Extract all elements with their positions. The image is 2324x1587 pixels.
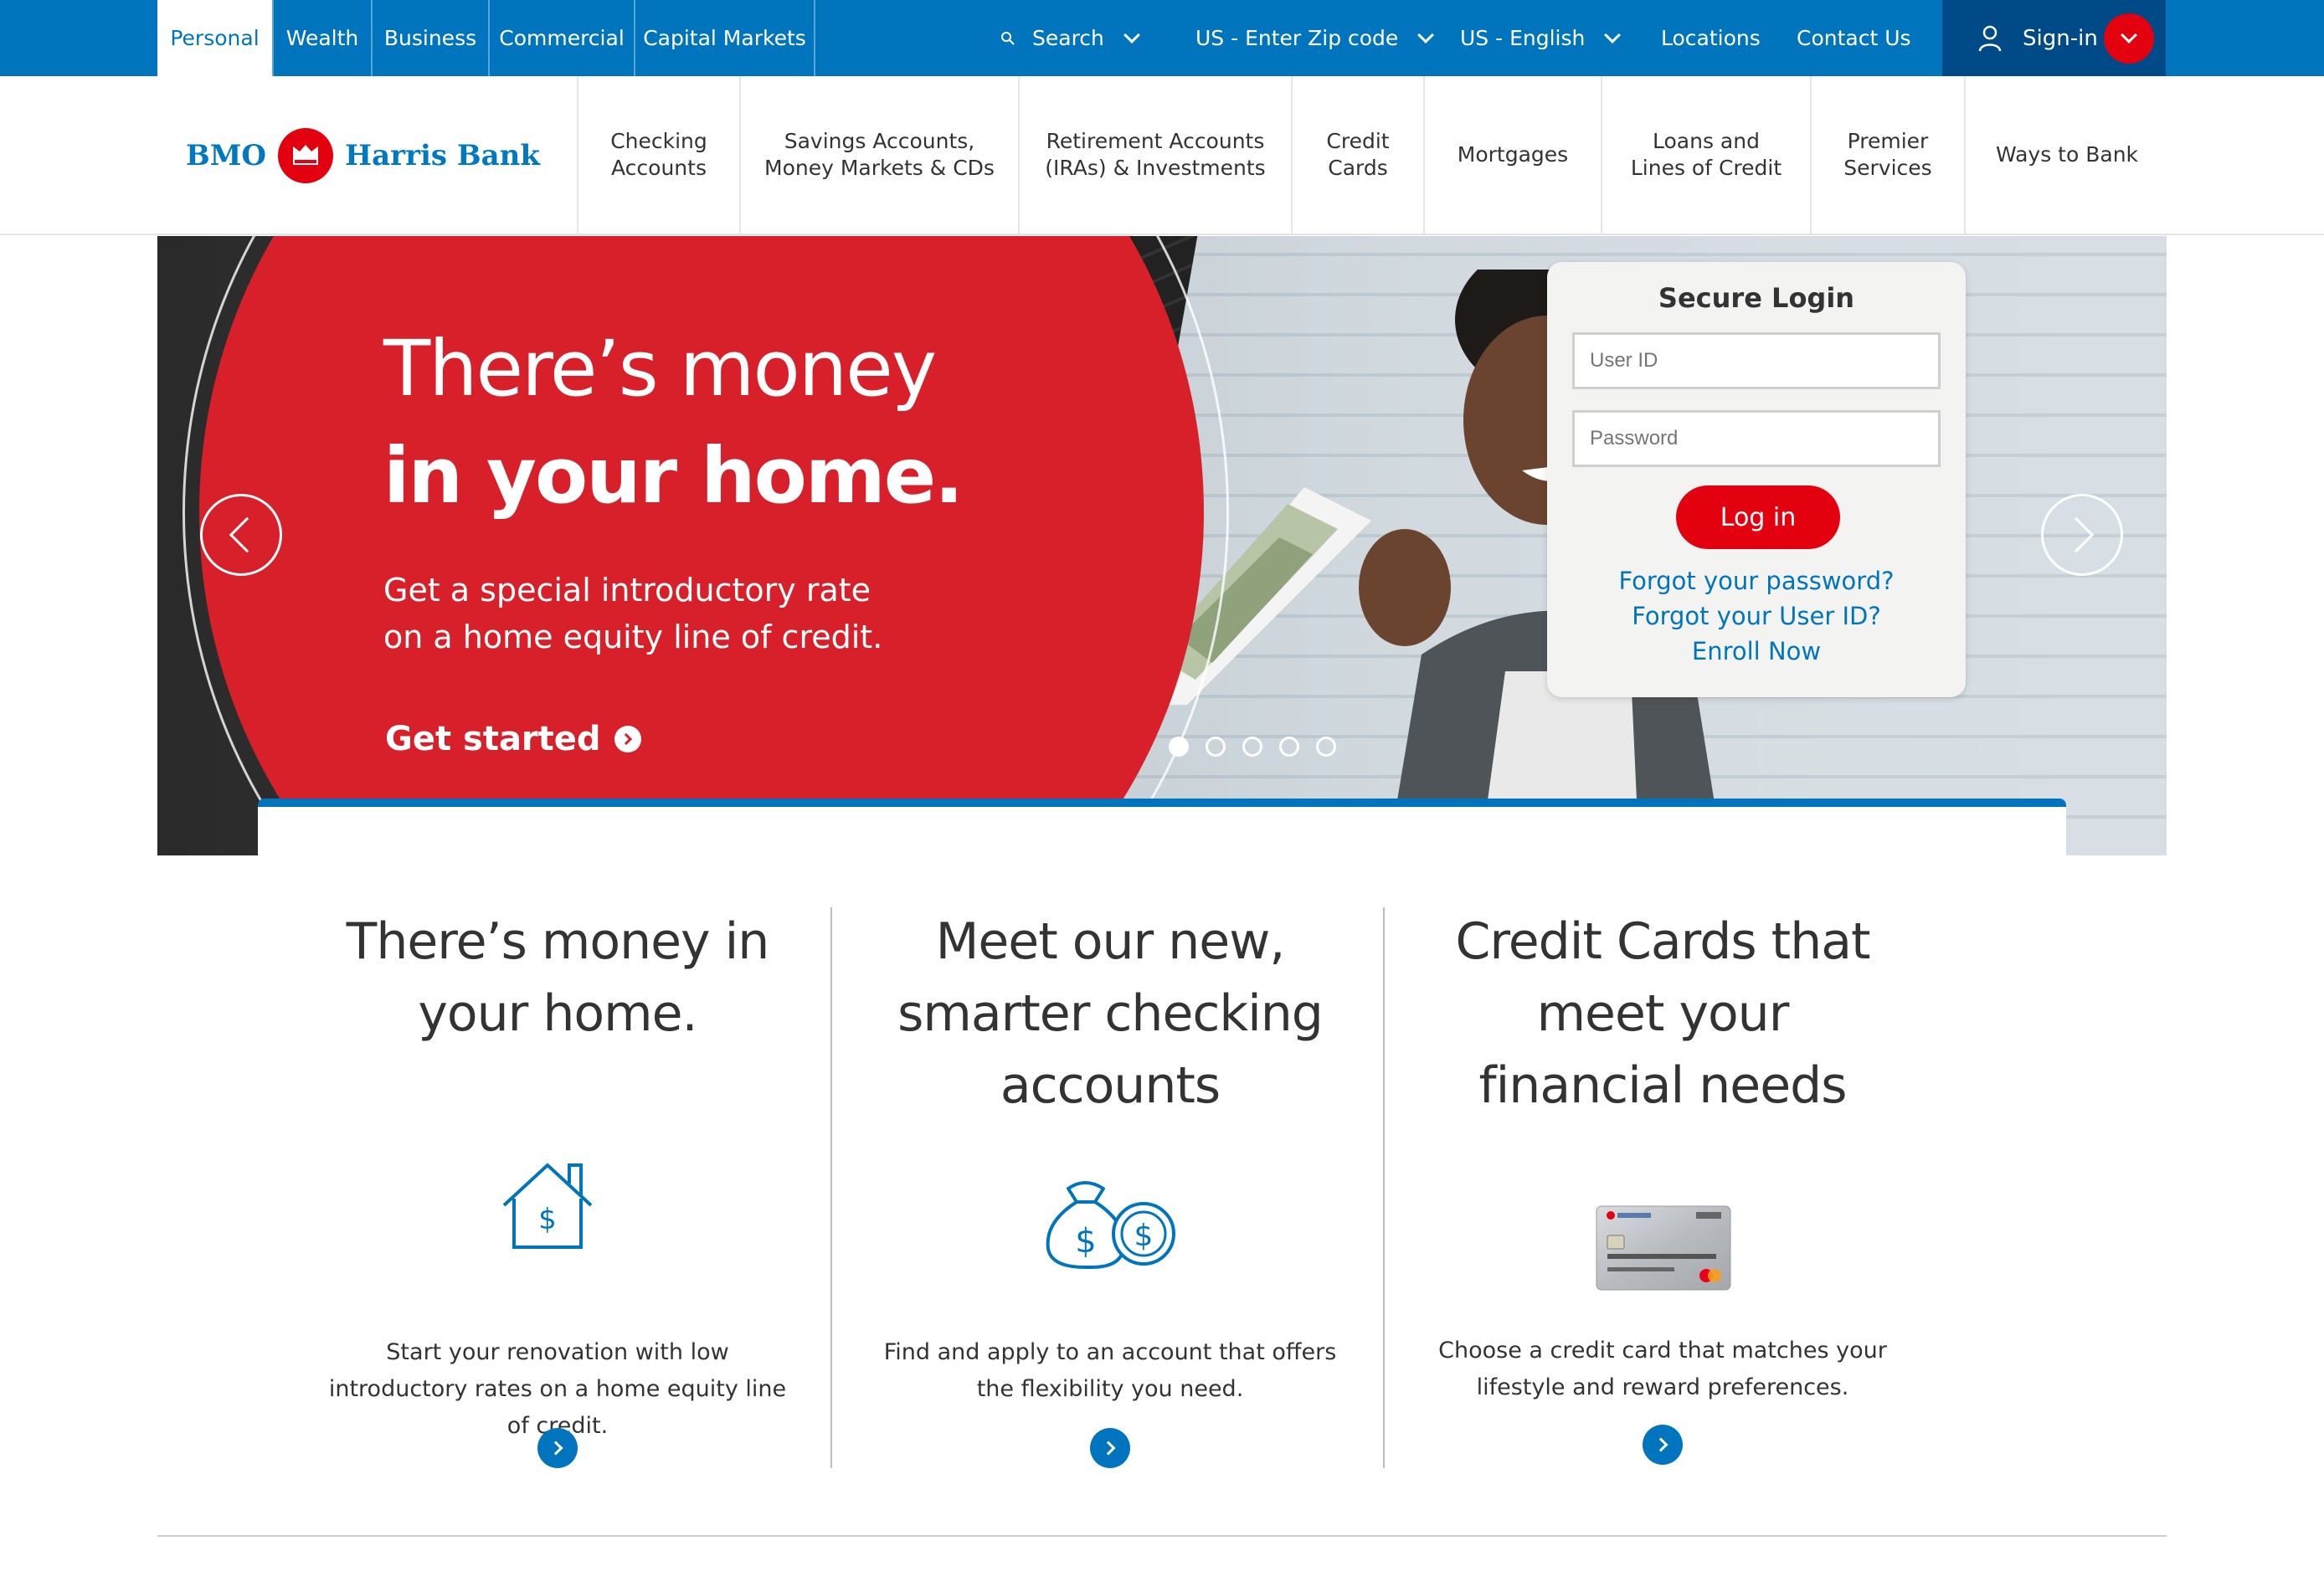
svg-text:$: $ <box>1075 1222 1096 1261</box>
segment-tab-commercial[interactable]: Commercial <box>490 0 635 76</box>
segment-label: Wealth <box>285 26 359 50</box>
nav-credit-cards[interactable]: Credit Cards <box>1291 76 1423 234</box>
sign-in-button[interactable]: Sign-in <box>1942 0 2166 76</box>
zip-code-selector[interactable]: US - Enter Zip code <box>1195 0 1435 76</box>
nav-mortgages[interactable]: Mortgages <box>1423 76 1601 234</box>
chevron-right-icon <box>1653 1437 1668 1452</box>
hero-headline-line2: in your home. <box>383 431 964 521</box>
logo-text-harris-bank: Harris Bank <box>345 139 540 172</box>
carousel-dot-1[interactable] <box>1169 737 1189 757</box>
nav-retirement-accounts[interactable]: Retirement Accounts (IRAs) & Investments <box>1018 76 1291 234</box>
hero-subtext: Get a special introductory rate on a hom… <box>383 572 883 655</box>
bmo-harris-logo[interactable]: BMO Harris Bank <box>186 126 540 185</box>
nav-premier-services[interactable]: Premier Services <box>1810 76 1964 234</box>
promo-card-credit-cards: Credit Cards that meet your financial ne… <box>1386 906 1939 1466</box>
get-started-link[interactable]: Get started <box>385 720 641 758</box>
carousel-dot-3[interactable] <box>1242 737 1262 757</box>
carousel-dot-4[interactable] <box>1279 737 1299 757</box>
promo-card-home-equity: There’s money in your home. $ Start your… <box>281 906 834 1468</box>
logo-text-bmo: BMO <box>186 139 266 172</box>
chevron-left-icon <box>229 516 265 553</box>
nav-savings-accounts[interactable]: Savings Accounts, Money Markets & CDs <box>739 76 1018 234</box>
language-label: US - English <box>1460 26 1586 50</box>
contact-us-label: Contact Us <box>1797 26 1911 50</box>
sign-in-label: Sign-in <box>2023 25 2098 51</box>
segment-tab-wealth[interactable]: Wealth <box>272 0 373 76</box>
card-divider <box>830 907 832 1468</box>
chevron-down-icon <box>2121 27 2137 44</box>
forgot-user-id-link[interactable]: Forgot your User ID? <box>1547 602 1966 630</box>
hero-headline: There’s money in your home. <box>383 316 964 530</box>
carousel-dot-2[interactable] <box>1206 737 1226 757</box>
credit-card-image <box>1596 1205 1731 1291</box>
segment-label: Capital Markets <box>643 26 806 50</box>
segment-tab-business[interactable]: Business <box>373 0 490 76</box>
bmo-roundel-icon <box>278 128 333 183</box>
user-icon <box>1978 25 2002 51</box>
segment-label: Personal <box>170 26 260 50</box>
search-toggle[interactable]: Search <box>1000 0 1140 76</box>
segment-tab-personal[interactable]: Personal <box>157 0 272 76</box>
promo-card-arrow-button[interactable] <box>537 1428 578 1468</box>
segment-label: Commercial <box>499 26 625 50</box>
locations-link[interactable]: Locations <box>1661 0 1761 76</box>
chevron-down-icon <box>1123 26 1140 44</box>
carousel-dot-5[interactable] <box>1316 737 1336 757</box>
promo-card-title: Meet our new, smarter checking accounts <box>897 912 1324 1115</box>
promo-card-arrow-button[interactable] <box>1090 1428 1130 1468</box>
svg-text:$: $ <box>1134 1219 1154 1253</box>
nav-ways-to-bank[interactable]: Ways to Bank <box>1964 76 2168 234</box>
promo-card-checking: Meet our new, smarter checking accounts … <box>834 906 1386 1468</box>
promo-card-arrow-button[interactable] <box>1643 1425 1683 1465</box>
chevron-down-icon <box>1417 26 1435 44</box>
svg-text:$: $ <box>538 1203 557 1236</box>
promo-card-text: Choose a credit card that matches your l… <box>1438 1338 1887 1400</box>
chevron-right-icon <box>548 1441 563 1456</box>
contact-us-link[interactable]: Contact Us <box>1797 0 1911 76</box>
content-panel-top <box>258 799 2066 855</box>
chevron-right-icon <box>2058 516 2095 553</box>
carousel-next-button[interactable] <box>2041 494 2123 576</box>
password-input[interactable] <box>1572 410 1941 467</box>
house-dollar-icon: $ <box>502 1163 593 1249</box>
locations-label: Locations <box>1661 26 1761 50</box>
enroll-now-link[interactable]: Enroll Now <box>1547 637 1966 665</box>
hero-headline-line1: There’s money <box>383 324 937 413</box>
top-utility-bar: Personal Wealth Business Commercial Capi… <box>0 0 2324 76</box>
language-selector[interactable]: US - English <box>1460 0 1622 76</box>
promo-card-text: Find and apply to an account that offers… <box>883 1339 1337 1402</box>
promo-card-title: There’s money in your home. <box>346 912 770 1043</box>
carousel-indicators <box>1169 737 1336 757</box>
arrow-right-circle-icon <box>614 726 641 752</box>
forgot-password-link[interactable]: Forgot your password? <box>1547 567 1966 595</box>
log-in-label: Log in <box>1720 502 1797 532</box>
carousel-prev-button[interactable] <box>200 494 282 576</box>
card-divider <box>1383 907 1385 1468</box>
search-label: Search <box>1032 26 1104 50</box>
segment-label: Business <box>383 26 477 50</box>
sign-in-dropdown-button[interactable] <box>2104 13 2154 64</box>
zip-code-label: US - Enter Zip code <box>1195 26 1399 50</box>
log-in-button[interactable]: Log in <box>1676 485 1840 549</box>
secure-login-title: Secure Login <box>1658 282 1855 314</box>
chevron-right-icon <box>1101 1441 1116 1456</box>
get-started-label: Get started <box>385 720 601 758</box>
main-navigation: BMO Harris Bank Checking Accounts Saving… <box>0 76 2324 235</box>
segment-tab-capital-markets[interactable]: Capital Markets <box>635 0 815 76</box>
promo-card-title: Credit Cards that meet your financial ne… <box>1455 912 1870 1115</box>
money-bag-icon: $ $ <box>1046 1181 1175 1269</box>
user-id-input[interactable] <box>1572 332 1941 389</box>
nav-checking-accounts[interactable]: Checking Accounts <box>577 76 739 234</box>
section-divider <box>157 1535 2167 1537</box>
secure-login-panel: Secure Login Log in Forgot your password… <box>1547 262 1966 697</box>
nav-loans-lines-of-credit[interactable]: Loans and Lines of Credit <box>1601 76 1810 234</box>
search-icon <box>1001 31 1015 45</box>
chevron-down-icon <box>1604 26 1622 44</box>
